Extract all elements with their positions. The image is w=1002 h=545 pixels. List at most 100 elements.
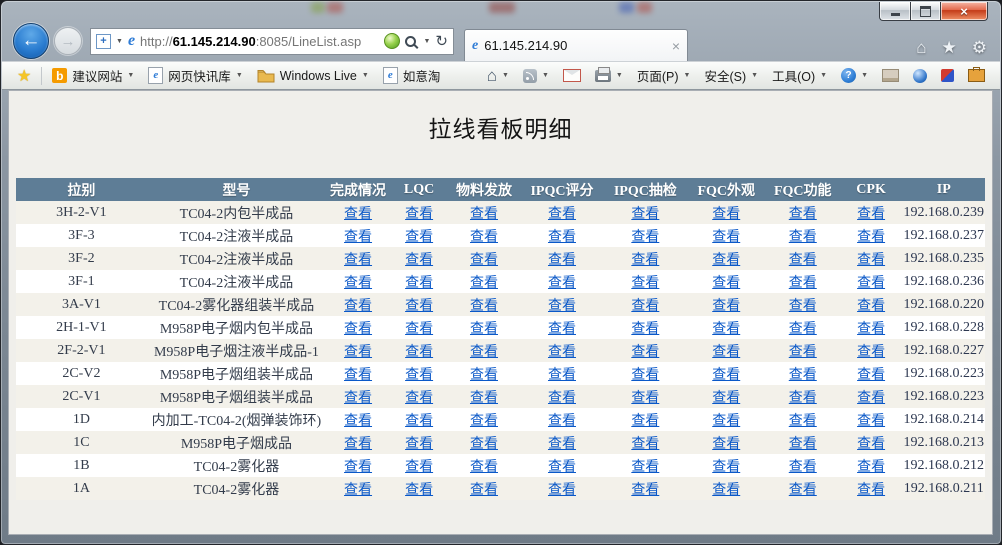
view-link[interactable]: 查看 <box>857 460 885 475</box>
view-link[interactable]: 查看 <box>857 253 885 268</box>
view-link[interactable]: 查看 <box>789 483 817 498</box>
view-link[interactable]: 查看 <box>344 230 372 245</box>
address-dropdown-caret[interactable]: ▼ <box>116 38 123 45</box>
view-link[interactable]: 查看 <box>712 460 740 475</box>
view-link[interactable]: 查看 <box>470 414 498 429</box>
view-link[interactable]: 查看 <box>344 368 372 383</box>
view-link[interactable]: 查看 <box>631 230 659 245</box>
back-button[interactable]: ← <box>13 23 49 59</box>
view-link[interactable]: 查看 <box>789 230 817 245</box>
view-link[interactable]: 查看 <box>548 483 576 498</box>
view-link[interactable]: 查看 <box>712 345 740 360</box>
view-link[interactable]: 查看 <box>631 253 659 268</box>
view-link[interactable]: 查看 <box>857 391 885 406</box>
addon-button-1[interactable] <box>875 65 906 87</box>
address-bar[interactable]: + ▼ e http://61.145.214.90:8085/LineList… <box>90 28 454 55</box>
view-link[interactable]: 查看 <box>548 322 576 337</box>
view-link[interactable]: 查看 <box>712 207 740 222</box>
search-icon[interactable] <box>405 36 416 47</box>
addon-orb-icon[interactable] <box>384 33 400 49</box>
view-link[interactable]: 查看 <box>344 322 372 337</box>
view-link[interactable]: 查看 <box>789 368 817 383</box>
view-link[interactable]: 查看 <box>631 207 659 222</box>
refresh-icon[interactable]: ↻ <box>435 34 448 49</box>
maximize-button[interactable] <box>910 2 941 21</box>
url-text[interactable]: http://61.145.214.90:8085/LineList.asp <box>140 34 379 49</box>
view-link[interactable]: 查看 <box>631 345 659 360</box>
view-link[interactable]: 查看 <box>548 230 576 245</box>
view-link[interactable]: 查看 <box>405 368 433 383</box>
view-link[interactable]: 查看 <box>548 414 576 429</box>
view-link[interactable]: 查看 <box>789 299 817 314</box>
view-link[interactable]: 查看 <box>631 483 659 498</box>
close-button[interactable]: × <box>941 2 988 21</box>
view-link[interactable]: 查看 <box>712 368 740 383</box>
view-link[interactable]: 查看 <box>548 207 576 222</box>
view-link[interactable]: 查看 <box>712 391 740 406</box>
view-link[interactable]: 查看 <box>405 414 433 429</box>
view-link[interactable]: 查看 <box>344 437 372 452</box>
view-link[interactable]: 查看 <box>548 391 576 406</box>
view-link[interactable]: 查看 <box>789 345 817 360</box>
tools-menu[interactable]: 工具(O) ▼ <box>765 65 834 87</box>
view-link[interactable]: 查看 <box>470 483 498 498</box>
view-link[interactable]: 查看 <box>857 345 885 360</box>
view-link[interactable]: 查看 <box>405 253 433 268</box>
view-link[interactable]: 查看 <box>344 414 372 429</box>
view-link[interactable]: 查看 <box>789 391 817 406</box>
favorites-star-icon[interactable]: ★ <box>942 38 957 58</box>
favorites-item-suggested-sites[interactable]: b 建议网站 ▼ <box>45 65 141 87</box>
view-link[interactable]: 查看 <box>789 437 817 452</box>
view-link[interactable]: 查看 <box>857 437 885 452</box>
view-link[interactable]: 查看 <box>857 483 885 498</box>
view-link[interactable]: 查看 <box>344 207 372 222</box>
view-link[interactable]: 查看 <box>712 230 740 245</box>
view-link[interactable]: 查看 <box>712 253 740 268</box>
view-link[interactable]: 查看 <box>405 276 433 291</box>
view-link[interactable]: 查看 <box>548 368 576 383</box>
home-icon[interactable]: ⌂ <box>916 38 926 58</box>
view-link[interactable]: 查看 <box>548 253 576 268</box>
view-link[interactable]: 查看 <box>344 391 372 406</box>
view-link[interactable]: 查看 <box>548 276 576 291</box>
print-button[interactable]: ▼ <box>588 65 630 87</box>
view-link[interactable]: 查看 <box>344 483 372 498</box>
view-link[interactable]: 查看 <box>712 483 740 498</box>
minimize-button[interactable] <box>879 2 910 21</box>
view-link[interactable]: 查看 <box>344 299 372 314</box>
view-link[interactable]: 查看 <box>405 207 433 222</box>
view-link[interactable]: 查看 <box>470 391 498 406</box>
view-link[interactable]: 查看 <box>631 322 659 337</box>
view-link[interactable]: 查看 <box>548 345 576 360</box>
view-link[interactable]: 查看 <box>470 299 498 314</box>
view-link[interactable]: 查看 <box>712 414 740 429</box>
view-link[interactable]: 查看 <box>857 230 885 245</box>
addon-button-2[interactable] <box>906 65 934 87</box>
view-link[interactable]: 查看 <box>789 414 817 429</box>
search-dropdown-caret[interactable]: ▼ <box>423 38 430 45</box>
view-link[interactable]: 查看 <box>712 299 740 314</box>
favorites-item-ruyitao[interactable]: e 如意淘 <box>376 65 448 87</box>
view-link[interactable]: 查看 <box>344 345 372 360</box>
read-mail-button[interactable] <box>556 65 588 87</box>
view-link[interactable]: 查看 <box>789 322 817 337</box>
help-menu[interactable]: ? ▼ <box>834 65 875 87</box>
view-link[interactable]: 查看 <box>405 230 433 245</box>
view-link[interactable]: 查看 <box>344 460 372 475</box>
view-link[interactable]: 查看 <box>631 299 659 314</box>
feeds-button[interactable]: ▼ <box>516 65 556 87</box>
favorites-item-windows-live[interactable]: Windows Live ▼ <box>250 65 376 87</box>
security-menu[interactable]: 安全(S) ▼ <box>697 65 765 87</box>
view-link[interactable]: 查看 <box>857 322 885 337</box>
view-link[interactable]: 查看 <box>344 276 372 291</box>
view-link[interactable]: 查看 <box>470 437 498 452</box>
favorites-item-web-slices[interactable]: e 网页快讯库 ▼ <box>141 65 249 87</box>
view-link[interactable]: 查看 <box>548 460 576 475</box>
view-link[interactable]: 查看 <box>789 253 817 268</box>
view-link[interactable]: 查看 <box>857 207 885 222</box>
view-link[interactable]: 查看 <box>712 437 740 452</box>
view-link[interactable]: 查看 <box>470 276 498 291</box>
view-link[interactable]: 查看 <box>857 299 885 314</box>
view-link[interactable]: 查看 <box>470 460 498 475</box>
view-link[interactable]: 查看 <box>631 368 659 383</box>
